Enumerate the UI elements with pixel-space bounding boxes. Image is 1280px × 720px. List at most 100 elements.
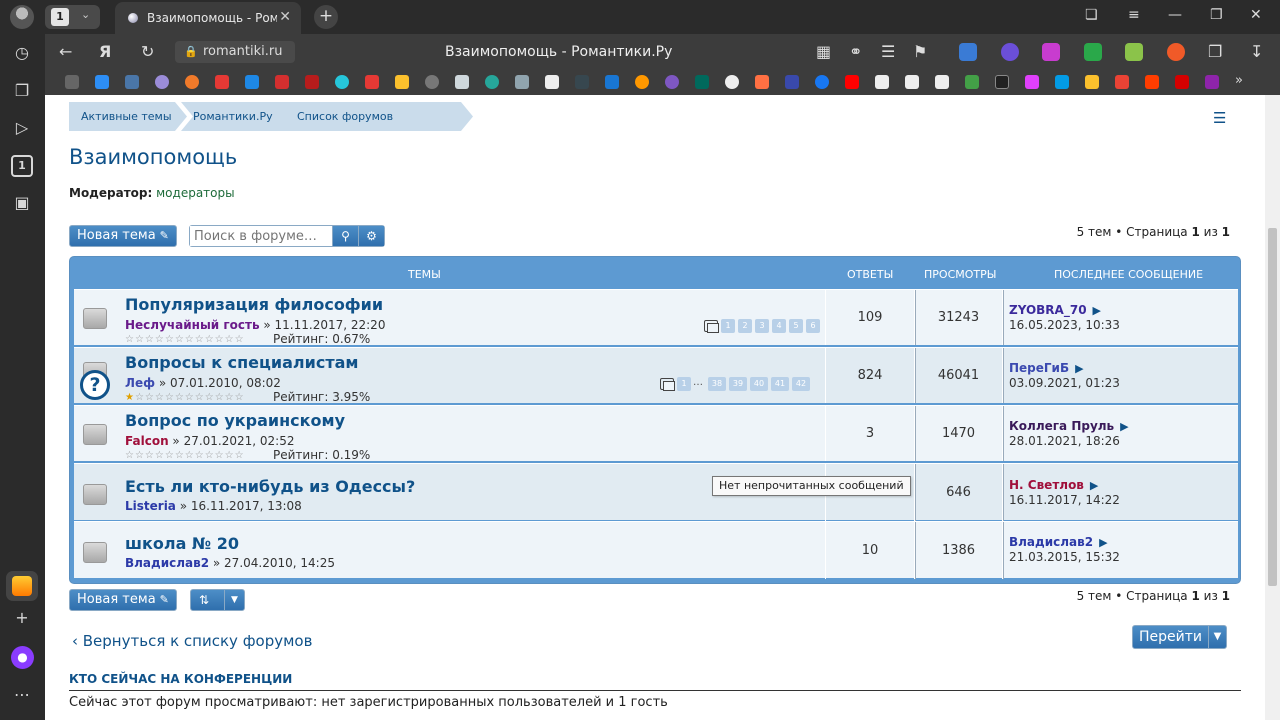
moderators-link[interactable]: модераторы (156, 186, 234, 200)
bookmark-vk-icon[interactable] (125, 75, 139, 89)
minimize-icon[interactable]: — (1168, 7, 1182, 23)
download-icon[interactable]: ↧ (1250, 42, 1263, 61)
adblock-extension-icon[interactable] (1001, 43, 1019, 61)
back-to-forums-link[interactable]: ‹ Вернуться к списку форумов (72, 632, 312, 650)
gear-icon[interactable]: ⚙ (358, 226, 384, 246)
yandex-app-icon[interactable] (6, 571, 38, 601)
bookmark-manager-icon[interactable]: ❏ (1085, 7, 1098, 23)
breadcrumb-forum-list[interactable]: Список форумов (285, 102, 407, 131)
topic-author[interactable]: Владислав2 (125, 556, 209, 570)
menu-icon[interactable]: ≡ (1128, 7, 1140, 23)
extensions-icon[interactable]: ❐ (1208, 42, 1222, 61)
hamburger-menu-icon[interactable]: ☰ (1213, 109, 1226, 127)
bookmark-34-icon[interactable] (1055, 75, 1069, 89)
topic-title[interactable]: Вопрос по украинскому (125, 411, 345, 430)
topic-title[interactable]: Есть ли кто-нибудь из Одессы? (125, 477, 415, 496)
screenshot-icon[interactable]: ▣ (11, 192, 33, 214)
bookmark-5-icon[interactable] (185, 75, 199, 89)
page-scrollbar[interactable] (1265, 95, 1280, 720)
restore-icon[interactable]: ❐ (1210, 7, 1223, 23)
goto-last-post-icon[interactable]: ▶ (1093, 304, 1101, 317)
bookmark-22-icon[interactable] (695, 75, 709, 89)
translate-extension-icon[interactable] (959, 43, 977, 61)
page-link[interactable]: 1 (677, 377, 691, 391)
bookmark-16-icon[interactable] (515, 75, 529, 89)
topic-title[interactable]: Популяризация философии (125, 295, 383, 314)
new-topic-button[interactable]: Новая тема ✎ (69, 225, 177, 247)
collections-icon[interactable]: ❐ (11, 80, 33, 102)
bookmark-4-icon[interactable] (155, 75, 169, 89)
bookmark-36-icon[interactable] (1115, 75, 1129, 89)
history-icon[interactable]: ◷ (11, 42, 33, 64)
video-icon[interactable]: ▷ (11, 117, 33, 139)
last-post-author[interactable]: Коллега Пруль (1009, 419, 1114, 433)
back-icon[interactable]: ← (59, 42, 72, 61)
profile-avatar[interactable] (10, 5, 34, 29)
goto-last-post-icon[interactable]: ▶ (1120, 420, 1128, 433)
bookmark-33-icon[interactable] (1025, 75, 1039, 89)
add-panel-icon[interactable]: + (11, 607, 33, 629)
tabs-count-icon[interactable]: 1 (11, 155, 33, 177)
goto-last-post-icon[interactable]: ▶ (1075, 362, 1083, 375)
sort-options-button[interactable]: ⇅ ▼ (190, 589, 245, 611)
bookmark-icon[interactable]: ⚑ (913, 42, 927, 61)
bookmark-35-icon[interactable] (1085, 75, 1099, 89)
bookmark-28-icon[interactable] (875, 75, 889, 89)
goto-button[interactable]: Перейти ▼ (1132, 625, 1227, 649)
last-post-author[interactable]: Владислав2 (1009, 535, 1093, 549)
page-link[interactable]: 2 (738, 319, 752, 333)
bookmark-18-icon[interactable] (575, 75, 589, 89)
bookmark-14-icon[interactable] (455, 75, 469, 89)
bookmarks-more-icon[interactable]: » (1235, 74, 1249, 89)
bookmark-24-icon[interactable] (755, 75, 769, 89)
rating-stars[interactable]: ☆☆☆☆☆☆☆☆☆☆☆☆ (125, 450, 245, 461)
page-link[interactable]: 40 (750, 377, 768, 391)
fox-extension-icon[interactable] (1167, 43, 1185, 61)
scrollbar-thumb[interactable] (1268, 228, 1277, 586)
bookmark-8-icon[interactable] (275, 75, 289, 89)
bookmark-17-icon[interactable] (545, 75, 559, 89)
alice-icon[interactable]: ● (11, 646, 34, 669)
bookmark-2-icon[interactable] (95, 75, 109, 89)
bookmark-10-icon[interactable] (335, 75, 349, 89)
close-tab-icon[interactable]: ✕ (279, 9, 291, 25)
bookmark-38-icon[interactable] (1175, 75, 1189, 89)
url-field[interactable]: 🔒 romantiki.ru (175, 41, 295, 63)
bookmark-27-icon[interactable] (845, 75, 859, 89)
page-link[interactable]: 3 (755, 319, 769, 333)
page-link[interactable]: 4 (772, 319, 786, 333)
topic-author[interactable]: Falcon (125, 434, 169, 448)
topic-title[interactable]: Вопросы к специалистам (125, 353, 358, 372)
page-link[interactable]: 38 (708, 377, 726, 391)
last-post-author[interactable]: Н. Светлов (1009, 478, 1084, 492)
bookmark-20-icon[interactable] (635, 75, 649, 89)
bookmark-30-icon[interactable] (935, 75, 949, 89)
rating-stars[interactable]: ★☆☆☆☆☆☆☆☆☆☆☆ (125, 392, 245, 403)
bookmark-39-icon[interactable] (1205, 75, 1219, 89)
tab-count-button[interactable]: 1 ⌄ (45, 5, 100, 29)
bookmark-1-icon[interactable] (65, 75, 79, 89)
apps-icon[interactable]: ▦ (816, 42, 831, 61)
page-link[interactable]: 39 (729, 377, 747, 391)
page-link[interactable]: 6 (806, 319, 820, 333)
new-topic-button-bottom[interactable]: Новая тема ✎ (69, 589, 177, 611)
topic-author[interactable]: Неслучайный гость (125, 318, 260, 332)
goto-last-post-icon[interactable]: ▶ (1099, 536, 1107, 549)
yandex-icon[interactable]: Я (99, 42, 111, 61)
headphones-icon[interactable]: ⚭ (849, 42, 862, 61)
page-link[interactable]: 5 (789, 319, 803, 333)
reader-icon[interactable]: ☰ (881, 42, 895, 61)
bookmark-13-icon[interactable] (425, 75, 439, 89)
bookmark-29-icon[interactable] (905, 75, 919, 89)
bookmark-32-icon[interactable] (995, 75, 1009, 89)
bookmark-23-icon[interactable] (725, 75, 739, 89)
topic-title[interactable]: школа № 20 (125, 534, 239, 553)
bookmark-25-icon[interactable] (785, 75, 799, 89)
badge-extension-icon[interactable] (1125, 43, 1143, 61)
bookmark-9-icon[interactable] (305, 75, 319, 89)
bookmark-15-icon[interactable] (485, 75, 499, 89)
breadcrumb-romantiki[interactable]: Романтики.Ру (181, 102, 303, 131)
bookmark-12-icon[interactable] (395, 75, 409, 89)
bookmark-11-icon[interactable] (365, 75, 379, 89)
bookmark-31-icon[interactable] (965, 75, 979, 89)
